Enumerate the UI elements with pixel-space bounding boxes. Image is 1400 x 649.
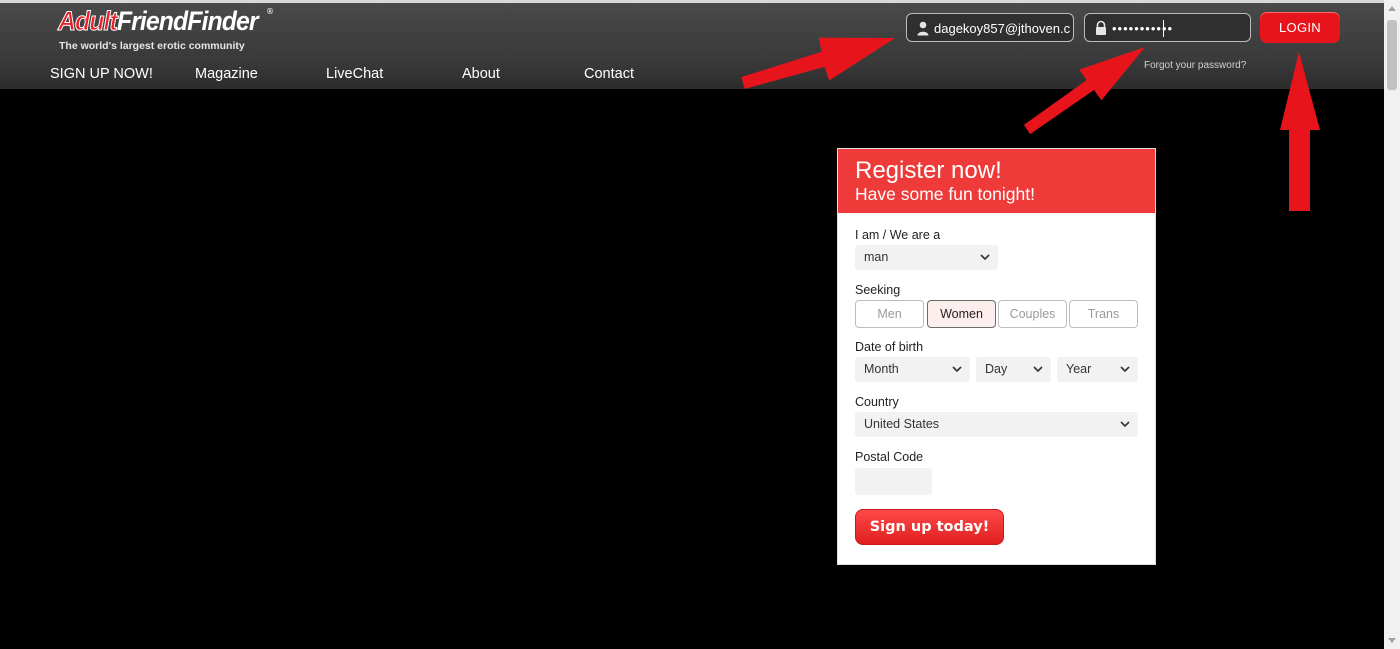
scroll-up-icon[interactable] bbox=[1388, 6, 1396, 11]
dob-day-value: Day bbox=[985, 362, 1008, 376]
country-select[interactable]: United States bbox=[855, 412, 1138, 437]
seeking-women-button[interactable]: Women bbox=[927, 300, 996, 328]
seeking-men-button[interactable]: Men bbox=[855, 300, 924, 328]
password-field-wrapper bbox=[1084, 13, 1251, 42]
site-logo[interactable]: AdultFriendFinder ® The world's largest … bbox=[58, 6, 278, 53]
dob-day-select[interactable]: Day bbox=[976, 357, 1051, 382]
seeking-trans-button[interactable]: Trans bbox=[1069, 300, 1138, 328]
chevron-down-icon bbox=[980, 254, 990, 261]
password-input[interactable] bbox=[1112, 17, 1247, 39]
user-icon bbox=[917, 21, 929, 36]
iam-select-value: man bbox=[864, 250, 889, 264]
postal-code-input[interactable] bbox=[855, 468, 932, 495]
chevron-down-icon bbox=[1033, 366, 1043, 373]
logo-friendfinder: FriendFinder bbox=[116, 6, 259, 36]
seeking-label: Seeking bbox=[855, 283, 901, 297]
email-field-wrapper bbox=[906, 13, 1074, 42]
sign-up-button[interactable]: Sign up today! bbox=[855, 509, 1004, 545]
nav-about[interactable]: About bbox=[462, 66, 500, 82]
register-header: Register now! Have some fun tonight! bbox=[838, 149, 1155, 213]
lock-icon bbox=[1096, 20, 1106, 35]
scroll-down-icon[interactable] bbox=[1388, 638, 1396, 643]
chevron-down-icon bbox=[952, 366, 962, 373]
forgot-password-link[interactable]: Forgot your password? bbox=[1144, 60, 1246, 71]
scrollbar-thumb[interactable] bbox=[1387, 20, 1397, 90]
chevron-down-icon bbox=[1120, 366, 1130, 373]
text-caret bbox=[1163, 20, 1164, 37]
email-input[interactable] bbox=[934, 17, 1070, 39]
annotation-arrows bbox=[741, 37, 1320, 211]
register-subtitle: Have some fun tonight! bbox=[855, 184, 1035, 204]
iam-select[interactable]: man bbox=[855, 245, 998, 270]
register-title: Register now! bbox=[855, 157, 1002, 184]
dob-label: Date of birth bbox=[855, 340, 924, 354]
page-scrollbar[interactable] bbox=[1384, 0, 1400, 649]
dob-year-select[interactable]: Year bbox=[1057, 357, 1138, 382]
dob-year-value: Year bbox=[1066, 362, 1092, 376]
nav-livechat[interactable]: LiveChat bbox=[326, 66, 383, 82]
postal-code-label: Postal Code bbox=[855, 450, 924, 464]
logo-wordmark: AdultFriendFinder bbox=[58, 6, 259, 37]
logo-tagline: The world's largest erotic community bbox=[59, 40, 245, 52]
dob-month-value: Month bbox=[864, 362, 899, 376]
nav-signup-now[interactable]: SIGN UP NOW! bbox=[50, 66, 153, 82]
iam-label: I am / We are a bbox=[855, 228, 941, 242]
country-label: Country bbox=[855, 395, 899, 409]
country-select-value: United States bbox=[864, 417, 940, 431]
seeking-couples-button[interactable]: Couples bbox=[998, 300, 1067, 328]
register-form: Register now! Have some fun tonight! I a… bbox=[837, 148, 1156, 565]
dob-month-select[interactable]: Month bbox=[855, 357, 970, 382]
chevron-down-icon bbox=[1120, 421, 1130, 428]
nav-magazine[interactable]: Magazine bbox=[195, 66, 258, 82]
logo-adult: Adult bbox=[58, 6, 119, 37]
nav-contact[interactable]: Contact bbox=[584, 66, 634, 82]
logo-registered-mark: ® bbox=[266, 7, 274, 16]
login-button[interactable]: LOGIN bbox=[1260, 12, 1340, 43]
